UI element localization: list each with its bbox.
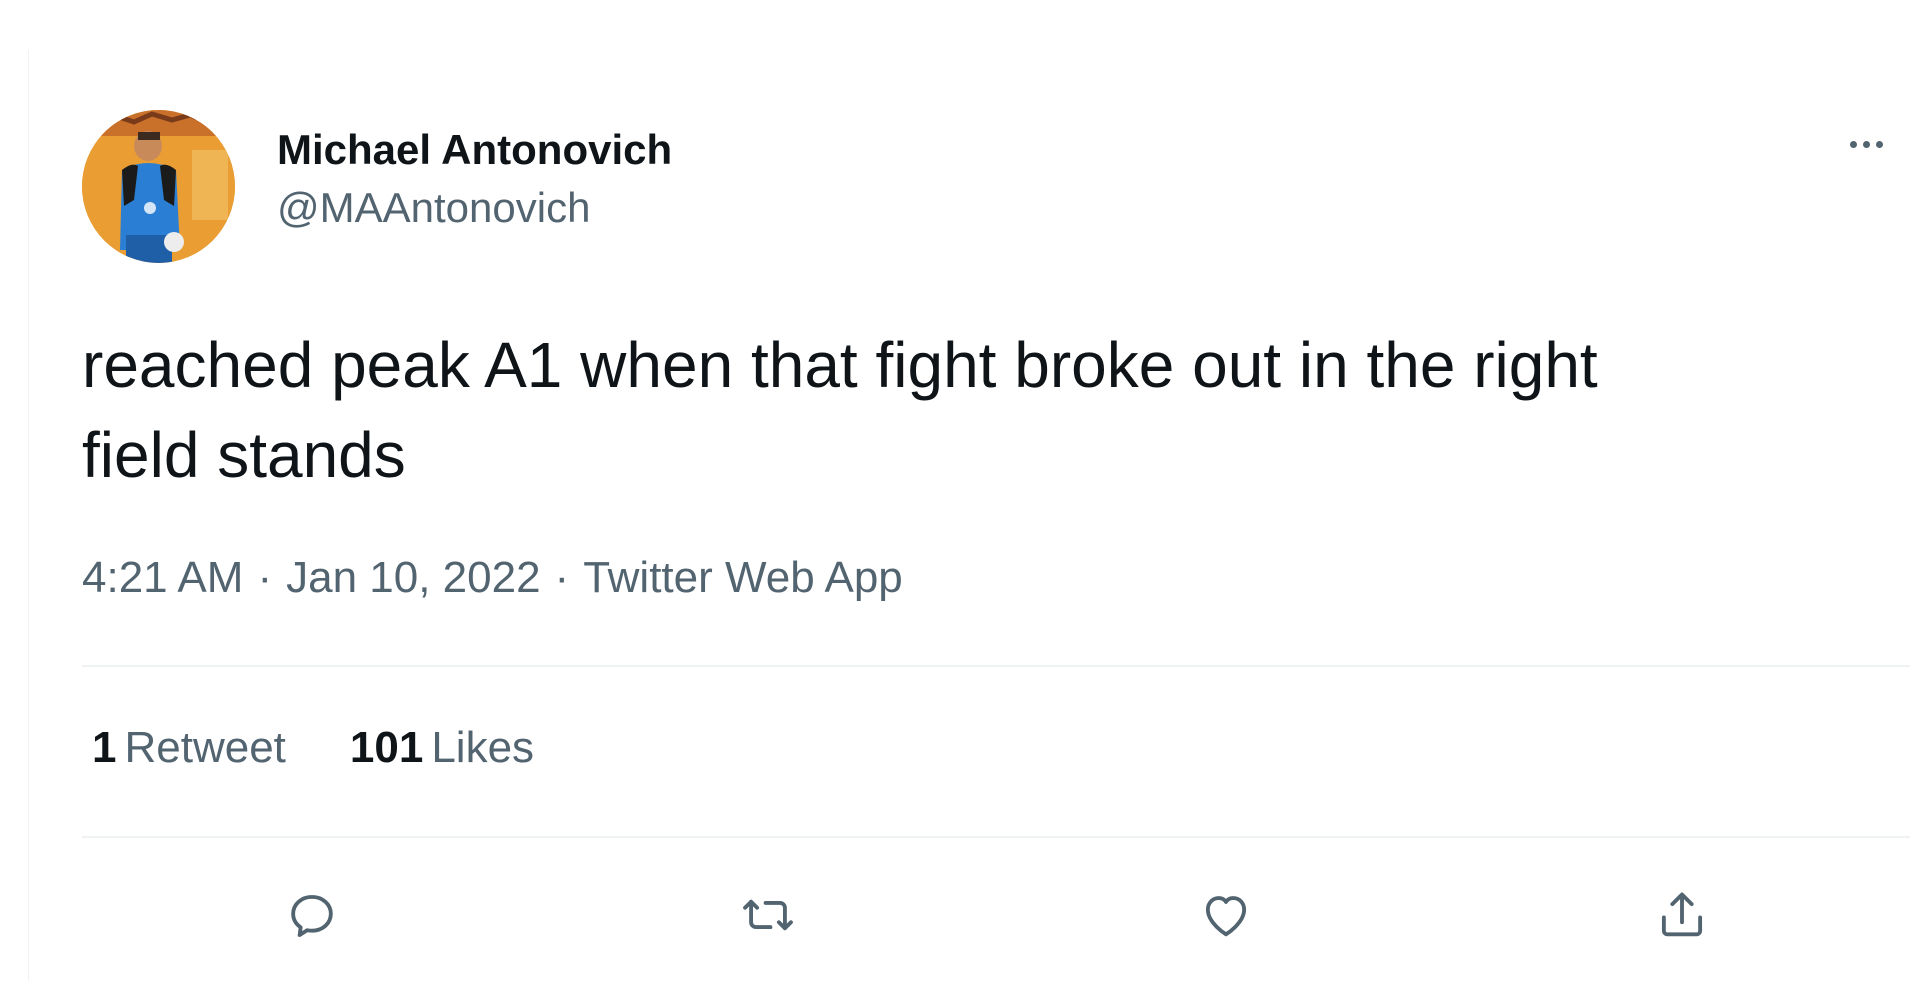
like-button[interactable]	[1186, 875, 1266, 955]
more-dots-icon	[1862, 140, 1870, 148]
avatar[interactable]	[82, 110, 235, 263]
tweet-text: reached peak A1 when that fight broke ou…	[82, 329, 1598, 491]
divider	[82, 665, 1910, 667]
likes-count: 101	[349, 723, 424, 772]
heart-icon	[1205, 896, 1247, 937]
likes-label: Likes	[431, 723, 535, 772]
retweets-stat[interactable]: 1 Retweet	[92, 720, 286, 776]
meta-separator: ·	[257, 553, 273, 602]
tweet-time[interactable]: 4:21 AM	[82, 553, 243, 602]
avatar-image	[82, 110, 235, 263]
likes-stat[interactable]: 101 Likes	[350, 720, 534, 776]
reply-button[interactable]	[272, 875, 352, 955]
tweet-date[interactable]: Jan 10, 2022	[286, 553, 540, 602]
retweet-icon	[743, 899, 793, 931]
tweet-actions	[0, 875, 1920, 955]
tweet-card: Michael Antonovich @MAAntonovich reached…	[0, 0, 1920, 981]
display-name[interactable]: Michael Antonovich	[277, 124, 672, 176]
user-info: Michael Antonovich @MAAntonovich	[277, 124, 672, 240]
retweet-button[interactable]	[728, 875, 808, 955]
share-button[interactable]	[1642, 875, 1722, 955]
user-handle[interactable]: @MAAntonovich	[277, 176, 672, 240]
more-dots-icon	[1849, 140, 1857, 148]
tweet-source[interactable]: Twitter Web App	[583, 553, 903, 602]
more-dots-icon	[1875, 140, 1883, 148]
divider	[82, 836, 1910, 838]
more-options-button[interactable]	[1834, 124, 1898, 164]
left-border-divider	[28, 50, 29, 981]
tweet-meta: 4:21 AM · Jan 10, 2022 · Twitter Web App	[82, 550, 903, 606]
retweets-label: Retweet	[124, 723, 286, 772]
tweet-header: Michael Antonovich @MAAntonovich	[82, 110, 1898, 265]
meta-separator: ·	[554, 553, 570, 602]
reply-bubble-icon	[291, 894, 333, 937]
tweet-stats: 1 Retweet 101 Likes	[92, 720, 534, 776]
retweets-count: 1	[92, 723, 117, 772]
share-icon	[1661, 892, 1703, 937]
